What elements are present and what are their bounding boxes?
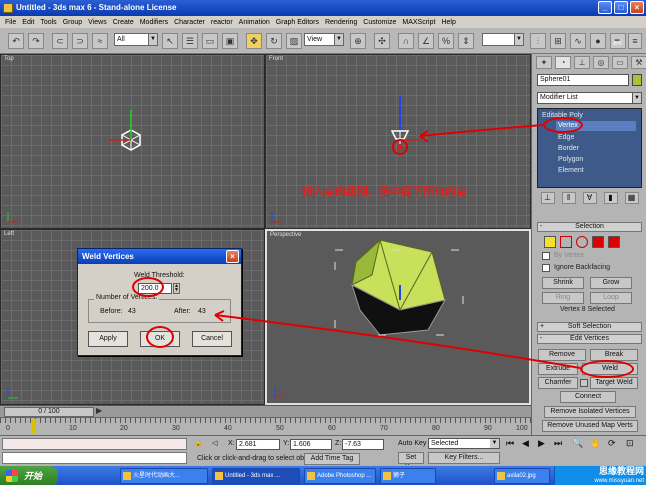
arrow-vertex-to-front [419, 124, 544, 137]
annotation-arrows [214, 124, 581, 369]
arrow-weld-to-dialog [214, 314, 581, 369]
